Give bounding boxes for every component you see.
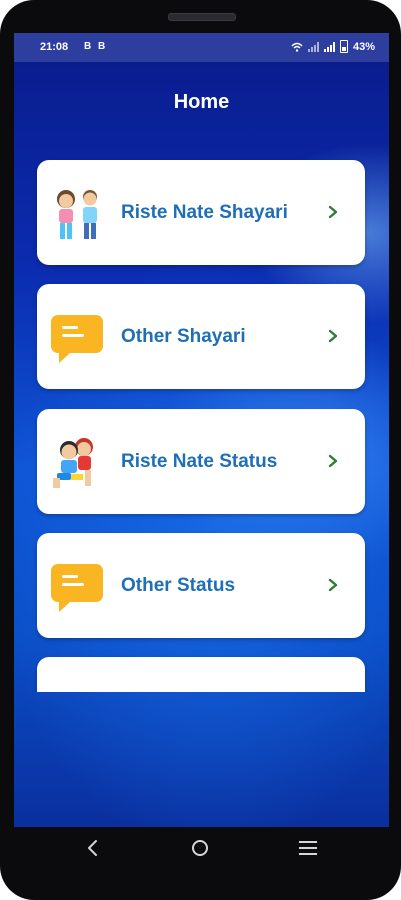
menu-card-label: Other Status <box>121 575 236 596</box>
menu-card-label: Riste Nate Status <box>121 451 278 472</box>
menu-card-other-shayari[interactable]: Other Shayari <box>37 284 365 389</box>
hugging-kids-icon <box>53 438 93 488</box>
menu-card-other-status[interactable]: Other Status <box>37 533 365 638</box>
chat-bubble-icon <box>51 315 103 363</box>
chevron-right-icon <box>328 578 338 592</box>
menu-list: Riste Nate Shayari Other Shayari Riste N… <box>14 33 389 692</box>
recents-menu-icon[interactable] <box>299 841 317 855</box>
home-button-icon[interactable] <box>192 840 208 856</box>
menu-card-riste-nate-shayari[interactable]: Riste Nate Shayari <box>37 160 365 265</box>
menu-card-riste-nate-status[interactable]: Riste Nate Status <box>37 409 365 514</box>
partial-round-icon <box>49 682 107 692</box>
back-icon[interactable] <box>86 838 100 858</box>
chevron-right-icon <box>328 329 338 343</box>
menu-card-label: Other Shayari <box>121 326 246 347</box>
chat-bubble-icon <box>51 564 103 612</box>
chevron-right-icon <box>328 205 338 219</box>
earpiece-speaker <box>168 13 236 21</box>
menu-card-label: Riste Nate Shayari <box>121 202 288 223</box>
app-screen: 21:08 B B 43% Home Riste Nate Shayari Ot… <box>14 33 389 827</box>
menu-card-partial[interactable] <box>37 657 365 692</box>
couple-kids-icon <box>57 190 97 239</box>
phone-frame: 21:08 B B 43% Home Riste Nate Shayari Ot… <box>0 0 401 900</box>
chevron-right-icon <box>328 454 338 468</box>
